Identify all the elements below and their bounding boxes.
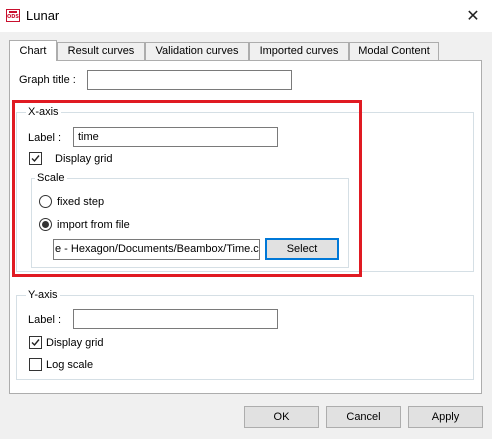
scale-group-title: Scale <box>35 172 67 184</box>
tab-modal-content[interactable]: Modal Content <box>349 42 439 60</box>
radio-selected-dot <box>42 221 49 228</box>
import-from-file-label: import from file <box>57 219 130 231</box>
tab-validation-curves[interactable]: Validation curves <box>145 42 249 60</box>
y-axis-display-grid-label: Display grid <box>46 337 104 349</box>
apply-button[interactable]: Apply <box>408 406 483 428</box>
x-axis-label-caption: Label : <box>28 132 62 144</box>
cancel-button[interactable]: Cancel <box>326 406 401 428</box>
x-axis-display-grid-checkbox[interactable] <box>29 152 42 165</box>
window-title: Lunar <box>26 8 60 23</box>
log-scale-checkbox[interactable] <box>29 358 42 371</box>
y-axis-label-caption: Label : <box>28 314 62 326</box>
x-axis-group-title: X-axis <box>26 106 61 118</box>
y-axis-group-title: Y-axis <box>26 289 60 301</box>
log-scale-label: Log scale <box>46 359 94 371</box>
file-path-input[interactable]: e - Hexagon/Documents/Beambox/Time.csv <box>53 239 260 260</box>
tab-result-curves[interactable]: Result curves <box>57 42 145 60</box>
ok-button[interactable]: OK <box>244 406 319 428</box>
fixed-step-radio[interactable] <box>39 195 52 208</box>
x-axis-display-grid-label: Display grid <box>55 153 113 165</box>
select-file-button[interactable]: Select <box>265 238 339 260</box>
tab-imported-curves[interactable]: Imported curves <box>249 42 349 60</box>
title-bar: ODS Lunar ✕ <box>0 0 492 32</box>
ods-app-icon: ODS <box>6 9 20 22</box>
y-axis-display-grid-checkbox[interactable] <box>29 336 42 349</box>
checkmark-icon <box>31 339 40 347</box>
close-icon[interactable]: ✕ <box>458 3 488 29</box>
tab-chart[interactable]: Chart <box>9 40 57 61</box>
checkmark-icon <box>31 155 40 163</box>
fixed-step-label: fixed step <box>57 196 105 208</box>
y-axis-label-input[interactable] <box>73 309 278 329</box>
graph-title-label: Graph title : <box>19 74 76 86</box>
import-from-file-radio[interactable] <box>39 218 52 231</box>
graph-title-input[interactable] <box>87 70 292 90</box>
x-axis-label-input[interactable]: time <box>73 127 278 147</box>
